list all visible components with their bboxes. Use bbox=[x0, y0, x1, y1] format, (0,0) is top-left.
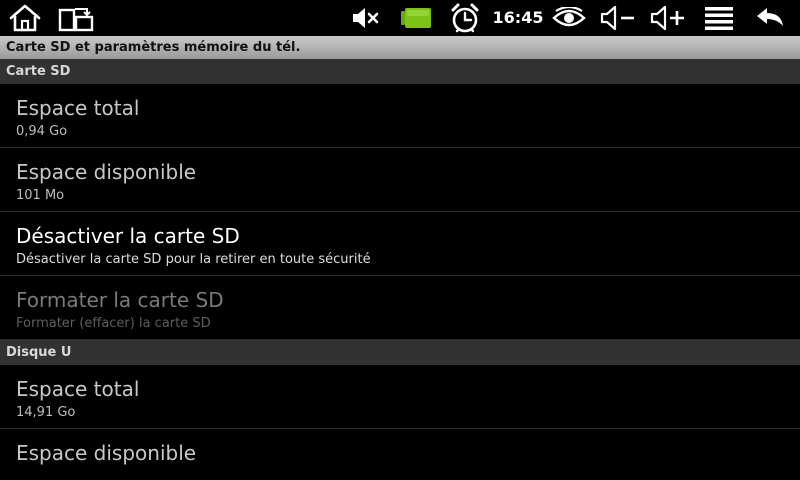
format-sd-card-item: Formater la carte SD Formater (effacer) … bbox=[0, 276, 800, 340]
pref-value: 0,94 Go bbox=[16, 124, 68, 139]
pref-title: Formater la carte SD bbox=[16, 288, 224, 312]
settings-list: Carte SD Espace total 0,94 Go Espace dis… bbox=[0, 59, 800, 480]
pref-title: Espace total bbox=[16, 96, 140, 120]
section-header-disk-u: Disque U bbox=[0, 340, 800, 365]
mute-icon[interactable] bbox=[348, 0, 382, 36]
pref-title: Espace total bbox=[16, 377, 140, 401]
status-clock: 16:45 bbox=[492, 8, 544, 27]
sd-available-space: Espace disponible 101 Mo bbox=[0, 148, 800, 212]
pref-value: 14,91 Go bbox=[16, 405, 76, 420]
section-header-sd-card: Carte SD bbox=[0, 59, 800, 84]
volume-up-icon[interactable] bbox=[648, 0, 688, 36]
unmount-sd-card-item[interactable]: Désactiver la carte SD Désactiver la car… bbox=[0, 212, 800, 276]
sd-total-space: Espace total 0,94 Go bbox=[0, 84, 800, 148]
back-icon[interactable] bbox=[752, 0, 788, 36]
disk-total-space: Espace total 14,91 Go bbox=[0, 365, 800, 429]
disk-available-space: Espace disponible bbox=[0, 429, 800, 480]
eye-icon[interactable] bbox=[550, 0, 588, 36]
status-bar: 16:45 bbox=[0, 0, 800, 36]
rotate-screen-icon[interactable] bbox=[56, 0, 96, 36]
alarm-icon[interactable] bbox=[447, 0, 483, 36]
pref-value: 101 Mo bbox=[16, 188, 65, 203]
pref-summary: Désactiver la carte SD pour la retirer e… bbox=[16, 252, 371, 267]
page-title: Carte SD et paramètres mémoire du tél. bbox=[0, 36, 800, 59]
pref-title: Désactiver la carte SD bbox=[16, 224, 240, 248]
volume-down-icon[interactable] bbox=[598, 0, 638, 36]
pref-title: Espace disponible bbox=[16, 160, 197, 184]
pref-title: Espace disponible bbox=[16, 441, 197, 465]
pref-summary: Formater (effacer) la carte SD bbox=[16, 316, 211, 331]
menu-icon[interactable] bbox=[702, 0, 736, 36]
battery-icon bbox=[398, 0, 434, 36]
home-icon[interactable] bbox=[6, 0, 44, 36]
